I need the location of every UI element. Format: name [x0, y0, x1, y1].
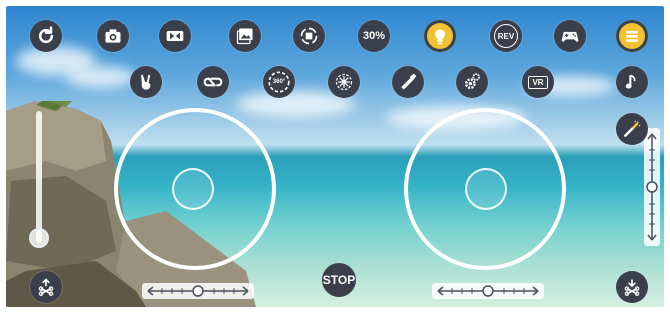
vr-button[interactable]: VR	[522, 66, 554, 98]
refresh-button[interactable]	[30, 20, 62, 52]
loop-button[interactable]	[197, 66, 229, 98]
left-horizontal-trim[interactable]	[142, 283, 254, 299]
reverse-label: REV	[494, 24, 518, 48]
compass-icon	[335, 73, 353, 91]
camera-button[interactable]	[97, 20, 129, 52]
landing-icon	[624, 279, 640, 296]
magic-button[interactable]	[616, 113, 648, 145]
menu-button[interactable]	[616, 20, 648, 52]
list-icon	[626, 31, 638, 42]
music-note-icon	[625, 74, 636, 89]
right-joystick-knob[interactable]	[465, 168, 507, 210]
lightbulb-icon	[435, 29, 445, 45]
loop-icon	[203, 77, 223, 87]
level-icon	[401, 73, 417, 90]
headless-button[interactable]	[328, 66, 360, 98]
stop-button[interactable]: STOP	[322, 263, 356, 297]
takeoff-icon	[38, 278, 54, 296]
music-button[interactable]	[616, 66, 648, 98]
gamepad-icon	[561, 31, 579, 42]
settings-button[interactable]	[456, 66, 488, 98]
stop-label: STOP	[322, 273, 356, 287]
camera-icon	[105, 29, 121, 43]
reverse-button[interactable]: REV	[490, 20, 522, 52]
throttle-knob[interactable]	[29, 228, 49, 248]
gesture-button[interactable]	[130, 66, 162, 98]
cloud	[66, 66, 136, 88]
rotate-screen-button[interactable]	[293, 20, 325, 52]
takeoff-button[interactable]	[30, 271, 62, 303]
flip-360-button[interactable]: 360°	[263, 66, 295, 98]
circle-arrows-icon	[268, 71, 290, 93]
light-button[interactable]	[424, 20, 456, 52]
speed-button[interactable]: 30%	[358, 20, 390, 52]
peace-hand-icon	[141, 74, 151, 90]
video-button[interactable]	[159, 20, 191, 52]
calibrate-button[interactable]	[392, 66, 424, 98]
landing-button[interactable]	[616, 271, 648, 303]
vr-label: VR	[528, 75, 548, 89]
right-horizontal-trim[interactable]	[432, 283, 544, 299]
magic-wand-icon	[624, 120, 641, 137]
video-icon	[166, 31, 184, 41]
speed-label: 30%	[362, 30, 386, 42]
gear-icon	[464, 73, 480, 90]
refresh-icon	[38, 26, 54, 44]
throttle-slider[interactable]	[36, 111, 42, 243]
right-vertical-trim[interactable]	[644, 128, 660, 246]
gallery-button[interactable]	[229, 20, 261, 52]
gamepad-button[interactable]	[554, 20, 586, 52]
rotate-screen-icon	[300, 27, 318, 45]
camera-view: 30% REV 360° VR STOP	[6, 6, 664, 307]
left-joystick-knob[interactable]	[172, 168, 214, 210]
gallery-icon	[236, 28, 253, 45]
